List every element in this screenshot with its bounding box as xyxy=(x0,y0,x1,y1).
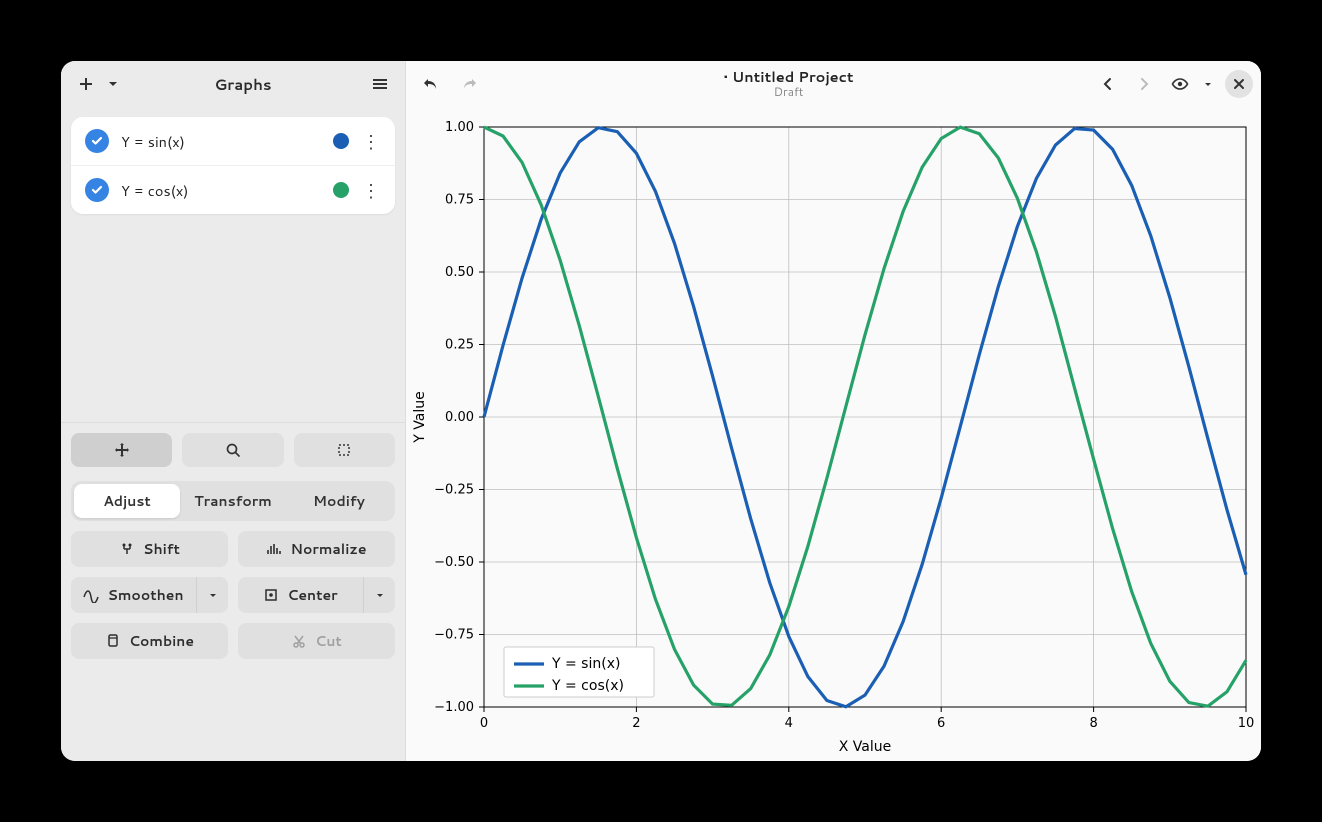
shift-label: Shift xyxy=(143,539,180,559)
sidebar-title: Graphs xyxy=(123,74,363,95)
smoothen-label: Smoothen xyxy=(107,585,183,605)
select-tool-button[interactable] xyxy=(294,433,395,467)
graph-item-label: Y = sin(x) xyxy=(121,131,321,152)
kebab-icon[interactable]: ⋮ xyxy=(361,181,381,199)
sidebar-header: Graphs xyxy=(61,61,405,107)
color-swatch[interactable] xyxy=(333,133,349,149)
svg-text:2: 2 xyxy=(632,716,640,731)
graph-item-sin[interactable]: Y = sin(x) ⋮ xyxy=(71,117,395,165)
add-menu-caret[interactable] xyxy=(103,67,123,101)
svg-text:6: 6 xyxy=(937,716,945,731)
hamburger-menu-button[interactable] xyxy=(363,67,397,101)
combine-button[interactable]: Combine xyxy=(71,623,228,659)
prev-button[interactable] xyxy=(1091,67,1125,101)
view-menu-button[interactable] xyxy=(1163,67,1197,101)
tool-mode-row xyxy=(61,422,405,475)
svg-text:4: 4 xyxy=(785,716,793,731)
undo-button[interactable] xyxy=(414,67,448,101)
zoom-tool-button[interactable] xyxy=(182,433,283,467)
svg-text:1.00: 1.00 xyxy=(445,120,474,135)
main-area: • Untitled Project Draft xyxy=(406,61,1261,761)
add-button[interactable] xyxy=(69,67,103,101)
svg-text:0: 0 xyxy=(480,716,488,731)
graph-item-label: Y = cos(x) xyxy=(121,180,321,201)
app-window: Graphs Y = sin(x) ⋮ Y xyxy=(61,61,1261,761)
svg-text:0.50: 0.50 xyxy=(445,265,474,280)
sidebar: Graphs Y = sin(x) ⋮ Y xyxy=(61,61,406,761)
tab-adjust[interactable]: Adjust xyxy=(74,484,180,518)
svg-text:Y Value: Y Value xyxy=(412,391,428,443)
normalize-label: Normalize xyxy=(290,539,366,559)
chart-svg: 0 2 4 6 8 10 −1.00 −0.75 −0.50 −0.25 0.00 0.25 0.50 0… xyxy=(406,107,1261,761)
plot-area[interactable]: 0 2 4 6 8 10 −1.00 −0.75 −0.50 −0.25 0.00 0.25 0.50 0… xyxy=(406,107,1261,761)
svg-text:−0.25: −0.25 xyxy=(434,483,474,498)
tab-transform[interactable]: Transform xyxy=(180,484,286,518)
graph-item-cos[interactable]: Y = cos(x) ⋮ xyxy=(71,165,395,214)
svg-text:−0.50: −0.50 xyxy=(434,555,474,570)
shift-button[interactable]: Shift xyxy=(71,531,228,567)
svg-text:X Value: X Value xyxy=(839,739,892,755)
color-swatch[interactable] xyxy=(333,182,349,198)
center-menu-caret[interactable] xyxy=(363,577,395,613)
title-block: • Untitled Project Draft xyxy=(490,69,1087,98)
check-icon[interactable] xyxy=(85,178,109,202)
close-button[interactable] xyxy=(1225,70,1253,98)
svg-text:−0.75: −0.75 xyxy=(434,628,474,643)
svg-text:8: 8 xyxy=(1089,716,1097,731)
redo-button[interactable] xyxy=(452,67,486,101)
operations-grid: Shift Normalize Smoothen Center xyxy=(61,531,405,671)
svg-text:Y = cos(x): Y = cos(x) xyxy=(551,678,624,694)
cut-label: Cut xyxy=(315,631,342,651)
pan-tool-button[interactable] xyxy=(71,433,172,467)
center-label: Center xyxy=(287,585,337,605)
svg-text:10: 10 xyxy=(1238,716,1255,731)
main-header: • Untitled Project Draft xyxy=(406,61,1261,107)
svg-text:0.00: 0.00 xyxy=(445,410,474,425)
svg-text:Y = sin(x): Y = sin(x) xyxy=(551,656,620,672)
cut-button: Cut xyxy=(238,623,395,659)
project-subtitle: Draft xyxy=(490,85,1087,98)
center-button[interactable]: Center xyxy=(238,577,363,613)
svg-text:0.75: 0.75 xyxy=(445,193,474,208)
kebab-icon[interactable]: ⋮ xyxy=(361,132,381,150)
svg-text:−1.00: −1.00 xyxy=(434,700,474,715)
smoothen-button[interactable]: Smoothen xyxy=(71,577,196,613)
graph-list: Y = sin(x) ⋮ Y = cos(x) ⋮ xyxy=(71,117,395,214)
check-icon[interactable] xyxy=(85,129,109,153)
tab-modify[interactable]: Modify xyxy=(286,484,392,518)
view-menu-caret[interactable] xyxy=(1199,67,1217,101)
normalize-button[interactable]: Normalize xyxy=(238,531,395,567)
smoothen-menu-caret[interactable] xyxy=(196,577,228,613)
next-button[interactable] xyxy=(1127,67,1161,101)
combine-label: Combine xyxy=(129,631,194,651)
operation-tabs: Adjust Transform Modify xyxy=(71,481,395,521)
svg-text:0.25: 0.25 xyxy=(445,338,474,353)
